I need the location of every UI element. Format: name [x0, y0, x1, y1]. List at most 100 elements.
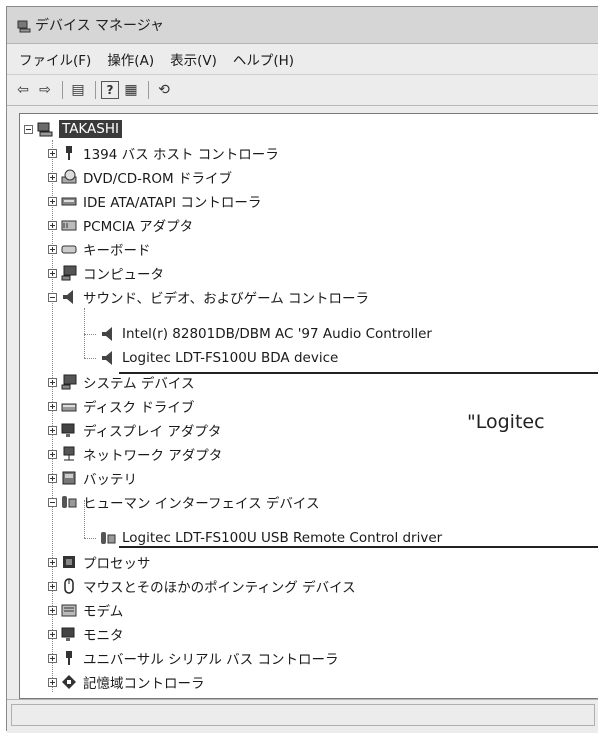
speaker-icon — [100, 326, 116, 342]
tree-connector — [84, 334, 96, 335]
tree-root[interactable]: TAKASHI — [24, 117, 122, 141]
tree-item-label: 記憶域コントローラ — [83, 676, 205, 692]
tree-item-label: プロセッサ — [83, 556, 151, 572]
computer-icon — [37, 121, 53, 137]
tree-item[interactable]: モデム — [48, 598, 123, 622]
battery-icon — [61, 470, 77, 486]
properties-icon[interactable]: ▤ — [68, 80, 88, 100]
usb-icon — [61, 650, 77, 666]
tree-item[interactable]: 記憶域コントローラ — [48, 670, 205, 694]
tree-item[interactable]: プロセッサ — [48, 550, 151, 574]
tree-item[interactable]: ディスプレイ アダプタ — [48, 418, 221, 442]
menu-help[interactable]: ヘルプ(H) — [233, 49, 294, 69]
tree-item-label: コンピュータ — [83, 267, 164, 283]
tree-item-label: モニタ — [83, 628, 124, 644]
callout-text: "Logitec — [467, 411, 545, 433]
menu-bar: ファイル(F) 操作(A) 表示(V) ヘルプ(H) — [7, 44, 598, 75]
computer-icon — [61, 265, 77, 281]
tree-item[interactable]: DVD/CD-ROM ドライブ — [48, 165, 232, 189]
tree-child-item[interactable]: Logitec LDT-FS100U BDA device — [100, 346, 338, 370]
tree-connector — [84, 308, 85, 358]
tree-connector — [84, 538, 96, 539]
tree-item[interactable]: IDE ATA/ATAPI コントローラ — [48, 189, 261, 213]
hid-icon — [100, 530, 116, 546]
show-hidden-icon[interactable]: ▦ — [121, 80, 141, 100]
tree-item[interactable]: キーボード — [48, 237, 151, 261]
tree-item[interactable]: バッテリ — [48, 466, 137, 490]
collapse-toggle[interactable] — [48, 497, 57, 507]
expand-toggle[interactable] — [48, 244, 57, 254]
tree-child-item[interactable]: Intel(r) 82801DB/DBM AC '97 Audio Contro… — [100, 322, 432, 346]
expand-toggle[interactable] — [48, 605, 57, 615]
status-bar — [7, 699, 598, 733]
expand-toggle[interactable] — [48, 473, 57, 483]
callout-underline — [119, 546, 598, 548]
expand-toggle[interactable] — [48, 377, 57, 387]
processor-icon — [61, 554, 77, 570]
tree-item-label: モデム — [83, 604, 124, 620]
tree-item-label: DVD/CD-ROM ドライブ — [83, 171, 232, 187]
toolbar-separator — [95, 81, 96, 99]
tree-item-label: Logitec LDT-FS100U BDA device — [122, 350, 339, 366]
tree-connector — [84, 358, 96, 359]
menu-view[interactable]: 表示(V) — [170, 49, 217, 69]
menu-file[interactable]: ファイル(F) — [19, 49, 91, 69]
expand-toggle[interactable] — [48, 172, 57, 182]
back-arrow-icon[interactable]: ⇦ — [13, 80, 33, 100]
speaker-icon — [61, 289, 77, 305]
speaker-icon — [100, 350, 116, 366]
tree-item-label: ディスク ドライブ — [83, 400, 195, 416]
tree-item-label: ディスプレイ アダプタ — [83, 424, 222, 440]
tree-item[interactable]: ユニバーサル シリアル バス コントローラ — [48, 646, 338, 670]
tree-item-label: キーボード — [83, 243, 151, 259]
mouse-icon — [61, 578, 77, 594]
tree-item[interactable]: コンピュータ — [48, 261, 164, 285]
help-icon[interactable]: ? — [101, 81, 119, 99]
storage-icon — [61, 674, 77, 690]
toolbar: ⇦ ⇨ ▤ ? ▦ ⟲ — [7, 75, 598, 106]
tree-item-label: サウンド、ビデオ、およびゲーム コントローラ — [83, 291, 370, 307]
expand-toggle[interactable] — [48, 425, 57, 435]
expand-toggle[interactable] — [48, 653, 57, 663]
ide-icon — [61, 193, 77, 209]
tree-item[interactable]: ディスク ドライブ — [48, 394, 194, 418]
network-icon — [61, 446, 77, 462]
expand-toggle[interactable] — [48, 401, 57, 411]
expand-toggle[interactable] — [48, 581, 57, 591]
expand-toggle[interactable] — [48, 449, 57, 459]
tree-item[interactable]: 1394 バス ホスト コントローラ — [48, 141, 279, 165]
monitor-icon — [61, 626, 77, 642]
modem-icon — [61, 602, 77, 618]
disk-icon — [61, 398, 77, 414]
device-tree[interactable]: TAKASHI 1394 バス ホスト コントローラ DVD/CD-ROM ドラ… — [19, 113, 598, 699]
expand-toggle[interactable] — [48, 629, 57, 639]
tree-item-label: ユニバーサル シリアル バス コントローラ — [83, 652, 339, 668]
tree-item-label: システム デバイス — [83, 376, 195, 392]
expand-toggle[interactable] — [48, 220, 57, 230]
tree-item[interactable]: ヒューマン インターフェイス デバイス — [48, 490, 319, 514]
expand-toggle[interactable] — [48, 148, 57, 158]
tree-item-label: ヒューマン インターフェイス デバイス — [83, 496, 320, 512]
expand-toggle[interactable] — [48, 268, 57, 278]
forward-arrow-icon[interactable]: ⇨ — [35, 80, 55, 100]
expand-toggle[interactable] — [48, 677, 57, 687]
monitor-icon — [61, 422, 77, 438]
device-manager-window: デバイス マネージャ ファイル(F) 操作(A) 表示(V) ヘルプ(H) ⇦ … — [6, 6, 598, 733]
tree-item-label: ネットワーク アダプタ — [83, 448, 223, 464]
collapse-toggle[interactable] — [48, 292, 57, 302]
collapse-toggle[interactable] — [24, 124, 33, 134]
tree-item[interactable]: マウスとそのほかのポインティング デバイス — [48, 574, 356, 598]
cdrom-icon — [61, 169, 77, 185]
title-bar[interactable]: デバイス マネージャ — [7, 7, 598, 44]
tree-item-label: バッテリ — [83, 472, 137, 488]
tree-item[interactable]: ネットワーク アダプタ — [48, 442, 222, 466]
tree-item[interactable]: サウンド、ビデオ、およびゲーム コントローラ — [48, 285, 369, 309]
expand-toggle[interactable] — [48, 196, 57, 206]
tree-item-label: Logitec LDT-FS100U USB Remote Control dr… — [122, 530, 443, 546]
expand-toggle[interactable] — [48, 557, 57, 567]
menu-action[interactable]: 操作(A) — [107, 49, 154, 69]
scan-hardware-icon[interactable]: ⟲ — [154, 80, 174, 100]
tree-item[interactable]: モニタ — [48, 622, 124, 646]
tree-item[interactable]: PCMCIA アダプタ — [48, 213, 193, 237]
device-manager-icon — [17, 18, 31, 33]
